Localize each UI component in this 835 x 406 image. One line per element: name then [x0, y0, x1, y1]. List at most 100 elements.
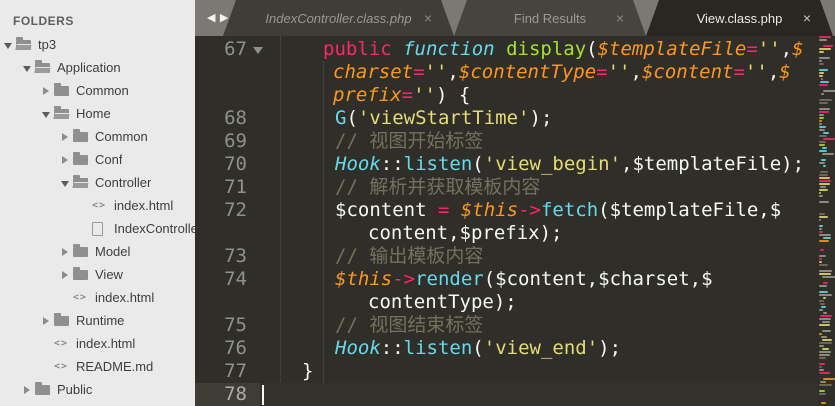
sidebar-item-model[interactable]: Model — [0, 240, 195, 263]
sidebar-item-home[interactable]: Home — [0, 102, 195, 125]
minimap-line — [819, 60, 822, 62]
code-text: // 视图开始标签 — [335, 130, 483, 153]
tab-close-icon[interactable]: × — [616, 0, 624, 37]
chevron-down-icon[interactable] — [3, 37, 16, 52]
code-line-69[interactable]: 69 // 视图开始标签 — [195, 130, 835, 153]
code-token: ( — [586, 38, 598, 60]
code-line-wrap[interactable]: charset='',$contentType='',$content='',$ — [195, 61, 835, 84]
code-token: , — [447, 61, 459, 83]
minimap-line — [819, 393, 826, 395]
sidebar-item-common[interactable]: Common — [0, 79, 195, 102]
code-line-73[interactable]: 73 // 输出模板内容 — [195, 245, 835, 268]
tab-close-icon[interactable]: × — [424, 0, 432, 37]
angle-brackets-icon: <> — [73, 292, 88, 303]
fold-arrow-icon[interactable] — [253, 47, 263, 54]
code-token: ( — [472, 153, 484, 175]
chevron-right-icon[interactable] — [60, 267, 73, 282]
minimap-line — [819, 225, 823, 227]
sidebar-item-readme-md[interactable]: <> README.md — [0, 355, 195, 378]
sidebar-item-public[interactable]: Public — [0, 378, 195, 401]
chevron-right-icon[interactable] — [41, 83, 54, 98]
code-token: $ — [792, 38, 804, 60]
code-line-wrap[interactable]: content,$prefix); — [195, 222, 835, 245]
code-token: ( — [346, 107, 358, 129]
code-line-72[interactable]: 72 $content = $this->fetch($templateFile,… — [195, 199, 835, 222]
tree-item-label: index.html — [76, 336, 136, 351]
code-token: $content — [335, 199, 438, 221]
code-line-68[interactable]: 68 G('viewStartTime'); — [195, 107, 835, 130]
minimap-line — [822, 348, 830, 350]
folder-icon — [73, 174, 95, 188]
minimap-line — [819, 48, 831, 50]
tab-find-results[interactable]: Find Results × — [454, 0, 646, 36]
minimap-line — [819, 270, 832, 272]
minimap-line — [819, 345, 825, 347]
sidebar-item-tp3[interactable]: tp3 — [0, 33, 195, 56]
code-line-75[interactable]: 75 // 视图结束标签 — [195, 314, 835, 337]
chevron-down-icon[interactable] — [41, 106, 54, 121]
code-line-wrap[interactable]: prefix='') { — [195, 84, 835, 107]
chevron-down-icon[interactable] — [60, 175, 73, 190]
angle-brackets-icon: <> — [92, 200, 107, 211]
tab-nav-back-icon[interactable]: ◀ — [207, 0, 215, 36]
code-line-wrap[interactable]: contentType); — [195, 291, 835, 314]
minimap-line — [819, 99, 832, 101]
tab-view-class-php[interactable]: View.class.php × — [646, 0, 833, 36]
sidebar-item-controller[interactable]: Controller — [0, 171, 195, 194]
chevron-right-icon[interactable] — [60, 129, 73, 144]
minimap-line — [819, 351, 831, 353]
code-line-76[interactable]: 76 Hook::listen('view_end'); — [195, 337, 835, 360]
chevron-right-icon[interactable] — [41, 313, 54, 328]
code-line-77[interactable]: 77} — [195, 360, 835, 383]
code-line-67[interactable]: 67 public function display($templateFile=… — [195, 38, 835, 61]
code-line-74[interactable]: 74 $this->render($content,$charset,$ — [195, 268, 835, 291]
code-line-78[interactable]: 78 — [195, 383, 835, 406]
code-file-icon: <> — [54, 338, 76, 349]
minimap-line — [819, 183, 831, 185]
tab-close-icon[interactable]: × — [803, 0, 811, 37]
code-line-71[interactable]: 71 // 解析并获取模板内容 — [195, 176, 835, 199]
tree-item-label: Public — [57, 382, 93, 397]
sidebar-item-indexcontroller-class-php[interactable]: IndexController.class.php — [0, 217, 195, 240]
chevron-down-icon[interactable] — [22, 60, 35, 75]
minimap-line — [819, 357, 827, 359]
sidebar-item-index-html[interactable]: <> index.html — [0, 332, 195, 355]
code-token: ,$templateFile); — [621, 153, 805, 175]
minimap-line — [819, 273, 832, 275]
sidebar-item-application[interactable]: Application — [0, 56, 195, 79]
line-number: 73 — [224, 245, 247, 267]
code-token: , — [780, 38, 793, 60]
minimap-line — [819, 57, 830, 59]
code-editor[interactable]: 67 public function display($templateFile=… — [195, 36, 835, 406]
sidebar-item-index-html[interactable]: <> index.html — [0, 194, 195, 217]
code-line-70[interactable]: 70 Hook::listen('view_begin',$templateFil… — [195, 153, 835, 176]
sidebar-item-view[interactable]: View — [0, 263, 195, 286]
tree-item-label: index.html — [95, 290, 155, 305]
chevron-right-icon[interactable] — [22, 382, 35, 397]
sidebar-item-common[interactable]: Common — [0, 125, 195, 148]
sidebar-item-conf[interactable]: Conf — [0, 148, 195, 171]
code-token: // 输出模板内容 — [335, 245, 484, 267]
minimap-line — [823, 165, 826, 167]
minimap-line — [819, 228, 823, 230]
line-number: 78 — [224, 383, 247, 405]
line-number: 71 — [224, 176, 247, 198]
line-number: 69 — [224, 130, 247, 152]
chevron-right-icon[interactable] — [60, 244, 73, 259]
code-token: ($templateFile,$ — [598, 199, 782, 221]
minimap-line — [822, 330, 831, 332]
code-token: = — [746, 38, 758, 60]
code-token: // 视图开始标签 — [335, 130, 484, 152]
code-token: = — [401, 84, 414, 106]
sidebar-item-runtime[interactable]: Runtime — [0, 309, 195, 332]
chevron-right-icon[interactable] — [60, 152, 73, 167]
code-text: prefix='') { — [333, 84, 470, 107]
code-text: $content = $this->fetch($templateFile,$ — [335, 199, 781, 222]
minimap-line — [819, 291, 828, 293]
tab-indexcontroller-class-php[interactable]: IndexController.class.php × — [223, 0, 454, 36]
minimap[interactable] — [818, 36, 835, 406]
sidebar-item-index-html[interactable]: <> index.html — [0, 286, 195, 309]
